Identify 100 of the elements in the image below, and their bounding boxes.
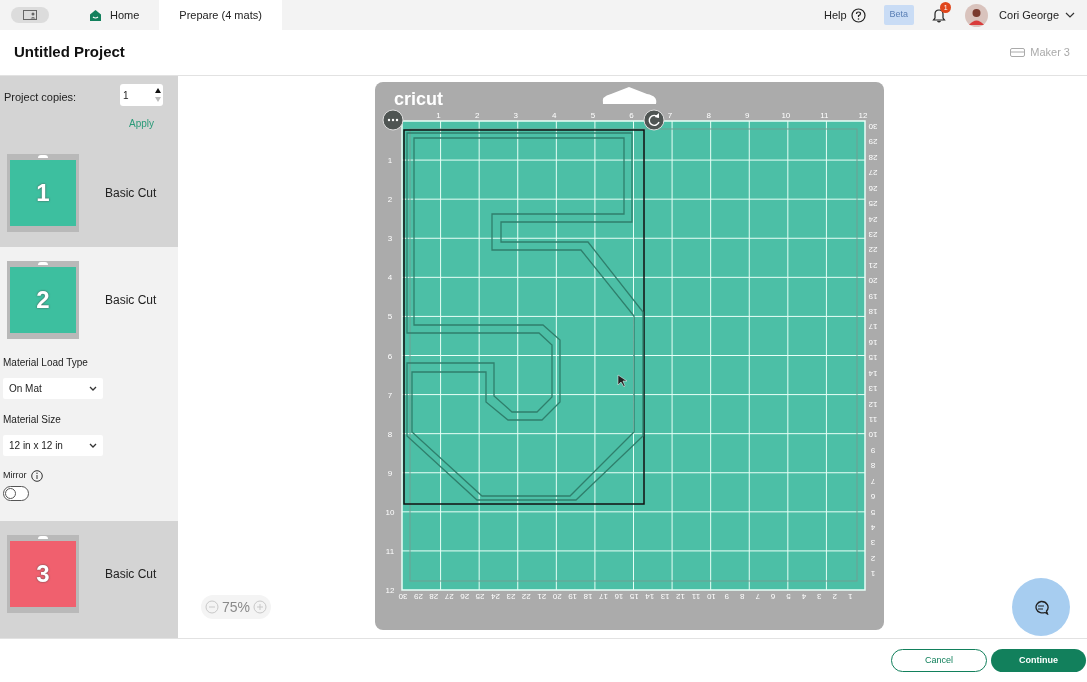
ruler-number: 1 xyxy=(387,156,393,166)
profile-switch-button[interactable] xyxy=(11,7,49,23)
avatar[interactable] xyxy=(965,3,989,27)
ruler-number: 15 xyxy=(868,353,878,363)
ruler-number: 11 xyxy=(820,111,829,120)
ruler-number: 1 xyxy=(847,592,853,601)
ruler-number: 3 xyxy=(817,592,822,601)
tab[interactable]: Prepare (4 mats) xyxy=(159,0,282,30)
ruler-number: 2 xyxy=(832,592,837,601)
ruler-number: 5 xyxy=(786,592,791,601)
ruler-number: 23 xyxy=(506,592,516,601)
ruler-number: 24 xyxy=(868,214,878,224)
load-type-dropdown[interactable]: On Mat xyxy=(3,378,103,399)
ruler-number: 12 xyxy=(676,592,685,601)
ruler-number: 18 xyxy=(583,592,593,601)
ruler-number: 23 xyxy=(868,229,878,239)
ruler-number: 27 xyxy=(868,168,878,178)
mirror-toggle[interactable] xyxy=(3,485,29,501)
copies-stepper[interactable]: 1 xyxy=(120,84,163,106)
ruler-number: 10 xyxy=(706,592,716,601)
ruler-number: 10 xyxy=(781,111,791,120)
user-menu[interactable]: Cori George xyxy=(999,6,1075,24)
ruler-number: 7 xyxy=(755,592,760,601)
rotate-icon xyxy=(643,109,665,131)
ruler-number: 11 xyxy=(868,415,878,424)
ruler-number: 9 xyxy=(870,445,876,455)
ruler-number: 3 xyxy=(513,111,518,120)
ruler-number: 1 xyxy=(436,111,441,120)
ruler-number: 28 xyxy=(429,592,439,601)
ruler-number: 13 xyxy=(660,592,670,601)
ruler-number: 11 xyxy=(385,546,395,556)
ruler-number: 12 xyxy=(385,586,395,595)
ruler-number: 7 xyxy=(870,476,876,486)
ruler-number: 25 xyxy=(868,199,878,209)
ruler-number: 9 xyxy=(745,111,750,120)
material-size-dropdown[interactable]: 12 in x 12 in xyxy=(3,435,103,456)
ruler-number: 29 xyxy=(413,592,423,601)
ruler-number: 24 xyxy=(491,592,500,601)
chat-button[interactable] xyxy=(1012,578,1070,636)
ruler-number: 1 xyxy=(870,569,876,579)
ruler-number: 25 xyxy=(475,592,485,601)
tab[interactable]: Home xyxy=(69,0,160,30)
mat-notch xyxy=(602,87,657,104)
ruler-number: 17 xyxy=(599,592,608,601)
bell-icon[interactable] xyxy=(932,8,947,23)
ruler-number: 17 xyxy=(868,322,878,332)
ruler-number: 10 xyxy=(385,507,395,517)
project-title: Untitled Project xyxy=(14,42,125,63)
chevron-down-icon xyxy=(89,386,97,391)
ruler-number: 7 xyxy=(387,390,393,400)
ruler-number: 5 xyxy=(870,507,876,517)
continue-button[interactable]: Continue xyxy=(991,649,1086,672)
ruler-number: 22 xyxy=(868,245,878,255)
ruler-number: 9 xyxy=(387,468,393,478)
ruler-number: 2 xyxy=(387,195,393,205)
ruler-number: 8 xyxy=(387,429,393,439)
ruler-number: 18 xyxy=(868,307,878,317)
ruler-number: 2 xyxy=(474,111,480,120)
machine-icon xyxy=(1010,48,1026,57)
house-icon xyxy=(89,8,102,22)
ruler-number: 3 xyxy=(387,234,393,244)
stepper-arrows-icon[interactable] xyxy=(154,87,162,103)
info-icon[interactable] xyxy=(30,469,43,482)
ruler-number: 30 xyxy=(868,122,878,131)
ruler-number: 19 xyxy=(568,592,578,601)
ruler-number: 12 xyxy=(858,111,868,120)
ruler-number: 8 xyxy=(706,111,711,120)
material-size-label: Material Size xyxy=(3,413,62,427)
help-icon[interactable] xyxy=(850,7,866,23)
ruler-number: 28 xyxy=(868,152,878,162)
ruler-number: 15 xyxy=(629,592,639,601)
ruler-number: 14 xyxy=(645,592,655,601)
ruler-number: 21 xyxy=(868,260,878,270)
mat-number: 1 xyxy=(36,178,50,208)
mat-label: Basic Cut xyxy=(105,292,157,309)
chevron-down-icon xyxy=(89,443,97,448)
cancel-button[interactable]: Cancel xyxy=(891,649,987,672)
help-link[interactable]: Help xyxy=(823,6,847,24)
ruler-number: 20 xyxy=(868,276,878,286)
ruler-number: 12 xyxy=(868,399,878,409)
ruler-number: 16 xyxy=(614,592,624,601)
beta-badge: Beta xyxy=(883,5,915,25)
ruler-number: 2 xyxy=(870,553,876,563)
chat-icon xyxy=(1033,599,1049,615)
ruler-number: 14 xyxy=(868,368,878,378)
ruler-number: 22 xyxy=(521,592,531,601)
ruler-number: 16 xyxy=(868,337,878,347)
ruler-number: 4 xyxy=(801,592,807,601)
ruler-number: 9 xyxy=(724,592,730,601)
mat-number: 3 xyxy=(36,559,50,589)
ruler-number: 26 xyxy=(460,592,470,601)
more-options-icon xyxy=(382,109,404,131)
copies-label: Project copies: xyxy=(4,90,77,105)
ruler-number: 4 xyxy=(552,111,557,120)
mat-brand: cricut xyxy=(394,89,444,109)
ruler-number: 4 xyxy=(870,522,876,532)
machine-name: Maker 3 xyxy=(1030,45,1070,61)
mirror-label: Mirror xyxy=(3,469,27,482)
ruler-number: 5 xyxy=(387,312,393,322)
ruler-number: 8 xyxy=(870,461,876,471)
